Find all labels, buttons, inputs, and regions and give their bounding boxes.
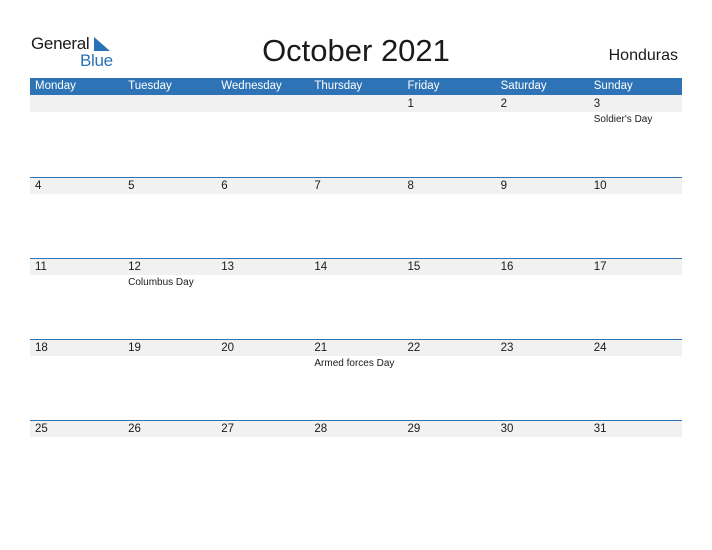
week-row: 25 26 27 28 29 30 31: [30, 420, 682, 501]
day-number: 15: [407, 261, 421, 273]
day-cell: 7: [309, 177, 402, 258]
day-number: 4: [35, 180, 42, 192]
day-number: 20: [221, 342, 235, 354]
day-number: 29: [407, 423, 421, 435]
day-cell: 16: [496, 258, 589, 339]
weekday-monday: Monday: [35, 80, 76, 92]
day-cell: 19: [123, 339, 216, 420]
day-cell: 13: [216, 258, 309, 339]
day-cell: [123, 95, 216, 176]
day-cell: 17: [589, 258, 682, 339]
day-cell: 3 Soldier's Day: [589, 95, 682, 176]
day-cell: 4: [30, 177, 123, 258]
weekday-tuesday: Tuesday: [128, 80, 172, 92]
day-cell: [216, 95, 309, 176]
week-row: 1 2 3 Soldier's Day: [30, 95, 682, 176]
day-number: 28: [314, 423, 328, 435]
day-number: 10: [593, 180, 607, 192]
day-number: 24: [593, 342, 607, 354]
day-number: 30: [500, 423, 514, 435]
day-cell: [30, 95, 123, 176]
day-cell: 6: [216, 177, 309, 258]
day-cell: 11: [30, 258, 123, 339]
day-cell: 23: [496, 339, 589, 420]
day-number: 1: [407, 98, 414, 110]
holiday-label: Soldier's Day: [593, 114, 653, 125]
day-cell: 10: [589, 177, 682, 258]
day-number: 22: [407, 342, 421, 354]
holiday-label: Columbus Day: [128, 277, 194, 288]
day-number: 21: [314, 342, 328, 354]
day-cell: 1: [403, 95, 496, 176]
day-number: 16: [500, 261, 514, 273]
weekday-sunday: Sunday: [593, 80, 633, 92]
country-label: Honduras: [608, 47, 678, 64]
day-number: 11: [35, 261, 47, 273]
day-cell: 28: [309, 420, 402, 501]
day-number: 18: [35, 342, 48, 354]
day-cell: 14: [309, 258, 402, 339]
day-number: 26: [128, 423, 141, 435]
weekday-saturday: Saturday: [500, 80, 547, 92]
day-cell: 25: [30, 420, 123, 501]
day-cell: 8: [403, 177, 496, 258]
day-cell: 27: [216, 420, 309, 501]
week-row: 18 19 20 21 Armed forces Day 22 23 24: [30, 339, 682, 420]
day-number: 31: [593, 423, 607, 435]
day-number: 3: [593, 98, 601, 110]
day-number: 8: [407, 180, 414, 192]
day-number: 13: [221, 261, 235, 273]
day-cell: 5: [123, 177, 216, 258]
day-number: 2: [500, 98, 508, 110]
day-number: 27: [221, 423, 235, 435]
day-cell: 20: [216, 339, 309, 420]
day-number: 17: [593, 261, 607, 273]
day-number: 12: [128, 261, 141, 273]
day-number: 25: [35, 423, 48, 435]
day-number: 19: [128, 342, 141, 354]
day-number: 7: [314, 180, 321, 192]
day-cell: 2: [496, 95, 589, 176]
day-number: 5: [128, 180, 135, 192]
day-number: 6: [221, 180, 228, 192]
day-cell: 22: [403, 339, 496, 420]
day-cell: [309, 95, 402, 176]
day-cell: 21 Armed forces Day: [309, 339, 402, 420]
day-cell: 15: [403, 258, 496, 339]
day-cell: 18: [30, 339, 123, 420]
day-cell: 26: [123, 420, 216, 501]
day-cell: 24: [589, 339, 682, 420]
day-number: 23: [500, 342, 514, 354]
day-number: 9: [500, 180, 508, 192]
day-cell: 9: [496, 177, 589, 258]
weekday-friday: Friday: [407, 80, 440, 92]
holiday-label: Armed forces Day: [314, 358, 395, 369]
week-row: 11 12 Columbus Day 13 14 15 16 17: [30, 258, 682, 339]
calendar-title: October 2021: [262, 33, 450, 68]
weekday-header: Monday Tuesday Wednesday Thursday Friday…: [30, 78, 682, 95]
weekday-wednesday: Wednesday: [221, 80, 282, 92]
day-number: 14: [314, 261, 328, 273]
day-cell: 30: [496, 420, 589, 501]
day-cell: 29: [403, 420, 496, 501]
weekday-thursday: Thursday: [314, 80, 363, 92]
day-cell: 12 Columbus Day: [123, 258, 216, 339]
day-cell: 31: [589, 420, 682, 501]
week-row: 4 5 6 7 8 9 10: [30, 177, 682, 258]
